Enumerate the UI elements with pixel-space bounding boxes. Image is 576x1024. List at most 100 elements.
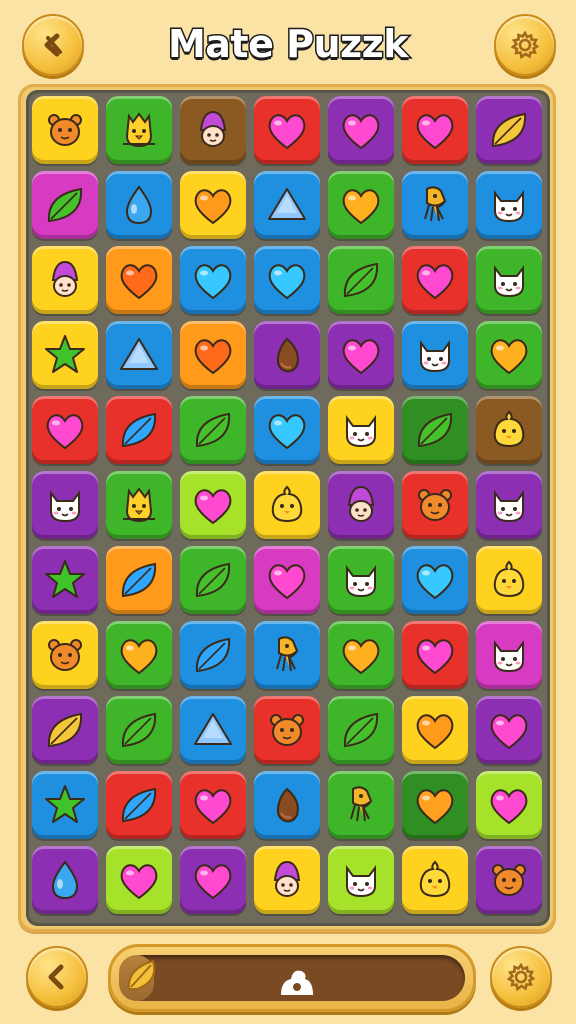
heart-icon xyxy=(416,114,454,150)
tile-r8-c2[interactable] xyxy=(106,621,172,689)
tile-r11-c1[interactable] xyxy=(32,846,98,914)
gnome-icon xyxy=(347,485,375,522)
tile-r10-c1[interactable] xyxy=(32,771,98,839)
gear-icon xyxy=(506,962,536,992)
leaf-icon xyxy=(121,712,157,748)
tile-r3-c4[interactable] xyxy=(254,246,320,314)
tile-r2-c4[interactable] xyxy=(254,171,320,239)
star-icon xyxy=(45,560,85,598)
tile-r3-c2[interactable] xyxy=(106,246,172,314)
tile-r4-c4[interactable] xyxy=(254,321,320,389)
tile-r4-c7[interactable] xyxy=(476,321,542,389)
heart-icon xyxy=(416,264,454,300)
tile-r9-c2[interactable] xyxy=(106,696,172,764)
tile-r1-c2[interactable] xyxy=(106,96,172,164)
back-button-bottom[interactable] xyxy=(26,946,88,1008)
bottom-bar xyxy=(0,936,576,1024)
tile-r3-c7[interactable] xyxy=(476,246,542,314)
tile-r9-c4[interactable] xyxy=(254,696,320,764)
tile-r3-c5[interactable] xyxy=(328,246,394,314)
heart-icon xyxy=(342,639,380,675)
tile-r10-c6[interactable] xyxy=(402,771,468,839)
tile-r2-c1[interactable] xyxy=(32,171,98,239)
tile-r2-c7[interactable] xyxy=(476,171,542,239)
tile-r8-c3[interactable] xyxy=(180,621,246,689)
heart-icon xyxy=(416,789,454,825)
tile-r8-c1[interactable] xyxy=(32,621,98,689)
tile-r6-c6[interactable] xyxy=(402,471,468,539)
tile-r8-c5[interactable] xyxy=(328,621,394,689)
tile-r11-c3[interactable] xyxy=(180,846,246,914)
tile-r2-c2[interactable] xyxy=(106,171,172,239)
tile-r1-c3[interactable] xyxy=(180,96,246,164)
tile-r3-c1[interactable] xyxy=(32,246,98,314)
tile-r9-c1[interactable] xyxy=(32,696,98,764)
tile-r9-c7[interactable] xyxy=(476,696,542,764)
tile-r3-c6[interactable] xyxy=(402,246,468,314)
tile-r5-c4[interactable] xyxy=(254,396,320,464)
leaf-icon xyxy=(47,187,83,223)
tile-r6-c1[interactable] xyxy=(32,471,98,539)
tile-r7-c2[interactable] xyxy=(106,546,172,614)
heart-icon xyxy=(194,339,232,375)
tile-r2-c5[interactable] xyxy=(328,171,394,239)
settings-button-bottom[interactable] xyxy=(490,946,552,1008)
tile-r6-c2[interactable] xyxy=(106,471,172,539)
cat-icon xyxy=(346,865,376,898)
tile-r11-c2[interactable] xyxy=(106,846,172,914)
tile-r10-c5[interactable] xyxy=(328,771,394,839)
tile-r11-c5[interactable] xyxy=(328,846,394,914)
tile-r7-c6[interactable] xyxy=(402,546,468,614)
tile-r8-c7[interactable] xyxy=(476,621,542,689)
tile-r6-c3[interactable] xyxy=(180,471,246,539)
tile-r5-c6[interactable] xyxy=(402,396,468,464)
tile-r11-c7[interactable] xyxy=(476,846,542,914)
tile-r7-c3[interactable] xyxy=(180,546,246,614)
tile-r11-c6[interactable] xyxy=(402,846,468,914)
tile-r4-c6[interactable] xyxy=(402,321,468,389)
tile-r8-c6[interactable] xyxy=(402,621,468,689)
heart-icon xyxy=(416,564,454,600)
tile-r7-c5[interactable] xyxy=(328,546,394,614)
tile-r5-c2[interactable] xyxy=(106,396,172,464)
tile-r7-c1[interactable] xyxy=(32,546,98,614)
tile-r3-c3[interactable] xyxy=(180,246,246,314)
tile-r6-c4[interactable] xyxy=(254,471,320,539)
tile-r5-c1[interactable] xyxy=(32,396,98,464)
tile-r2-c6[interactable] xyxy=(402,171,468,239)
tile-r10-c3[interactable] xyxy=(180,771,246,839)
tile-r10-c2[interactable] xyxy=(106,771,172,839)
tile-r9-c6[interactable] xyxy=(402,696,468,764)
leaf-icon xyxy=(121,787,157,823)
tile-r1-c6[interactable] xyxy=(402,96,468,164)
tile-r7-c4[interactable] xyxy=(254,546,320,614)
cat-icon xyxy=(50,490,80,523)
tile-r10-c4[interactable] xyxy=(254,771,320,839)
heart-icon xyxy=(342,114,380,150)
tile-r4-c1[interactable] xyxy=(32,321,98,389)
tile-r5-c5[interactable] xyxy=(328,396,394,464)
tile-r11-c4[interactable] xyxy=(254,846,320,914)
tile-r2-c3[interactable] xyxy=(180,171,246,239)
settings-button[interactable] xyxy=(494,14,556,76)
tile-r9-c3[interactable] xyxy=(180,696,246,764)
tile-r4-c3[interactable] xyxy=(180,321,246,389)
leaf-icon xyxy=(343,262,379,298)
tile-r7-c7[interactable] xyxy=(476,546,542,614)
tile-r1-c7[interactable] xyxy=(476,96,542,164)
heart-icon xyxy=(46,414,84,450)
tile-r9-c5[interactable] xyxy=(328,696,394,764)
tile-r10-c7[interactable] xyxy=(476,771,542,839)
triangle-icon xyxy=(120,338,158,370)
chick-icon xyxy=(493,560,525,598)
tile-r1-c5[interactable] xyxy=(328,96,394,164)
tile-r4-c5[interactable] xyxy=(328,321,394,389)
tile-r1-c1[interactable] xyxy=(32,96,98,164)
tile-r4-c2[interactable] xyxy=(106,321,172,389)
tile-r5-c3[interactable] xyxy=(180,396,246,464)
tile-r6-c7[interactable] xyxy=(476,471,542,539)
tile-r1-c4[interactable] xyxy=(254,96,320,164)
tile-r6-c5[interactable] xyxy=(328,471,394,539)
tile-r5-c7[interactable] xyxy=(476,396,542,464)
tile-r8-c4[interactable] xyxy=(254,621,320,689)
